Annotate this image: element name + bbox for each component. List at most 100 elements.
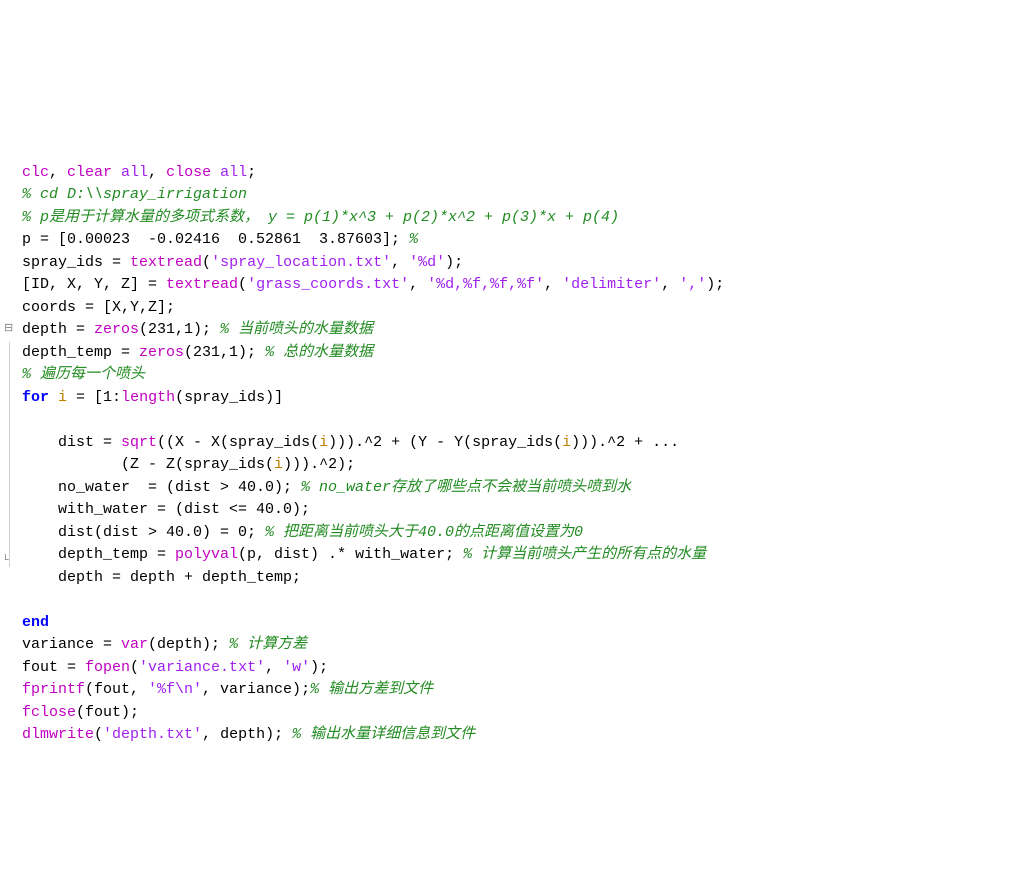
code-token: ; xyxy=(247,164,256,181)
code-token: clear xyxy=(67,164,121,181)
code-line: depth = zeros(231,1); % 当前喷头的水量数据 xyxy=(22,319,1028,342)
code-token: (depth); xyxy=(148,636,229,653)
code-token: , xyxy=(391,254,409,271)
gutter: ⊟└ xyxy=(6,94,18,769)
code-token: all xyxy=(220,164,247,181)
code-token: zeros xyxy=(94,321,139,338)
code-editor[interactable]: ⊟└ clc, clear all, close all;% cd D:\\sp… xyxy=(8,94,1028,769)
code-token: ( xyxy=(202,254,211,271)
fold-collapse-icon[interactable]: ⊟ xyxy=(4,324,14,335)
code-token: fprintf xyxy=(22,681,85,698)
code-token: % cd D:\\spray_irrigation xyxy=(22,186,247,203)
code-line xyxy=(22,409,1028,432)
code-token: % p是用于计算水量的多项式系数， y = p(1)*x^3 + p(2)*x^… xyxy=(22,209,619,226)
code-token: , variance); xyxy=(202,681,310,698)
code-token: no_water = (dist > 40.0); xyxy=(22,479,301,496)
code-token: ); xyxy=(310,659,328,676)
code-line: fclose(fout); xyxy=(22,702,1028,725)
code-token: ))).^2); xyxy=(283,456,355,473)
code-line: with_water = (dist <= 40.0); xyxy=(22,499,1028,522)
code-line: no_water = (dist > 40.0); % no_water存放了哪… xyxy=(22,477,1028,500)
code-token: variance = xyxy=(22,636,121,653)
code-token: depth = depth + depth_temp; xyxy=(22,569,301,586)
code-token: , xyxy=(544,276,562,293)
code-token: zeros xyxy=(139,344,184,361)
code-token: '%f\n' xyxy=(148,681,202,698)
code-token: (spray_ids)] xyxy=(175,389,283,406)
code-line: [ID, X, Y, Z] = textread('grass_coords.t… xyxy=(22,274,1028,297)
code-line: fout = fopen('variance.txt', 'w'); xyxy=(22,657,1028,680)
code-line: depth_temp = zeros(231,1); % 总的水量数据 xyxy=(22,342,1028,365)
code-line: depth = depth + depth_temp; xyxy=(22,567,1028,590)
code-token: 'variance.txt' xyxy=(139,659,265,676)
code-token: i xyxy=(274,456,283,473)
code-token xyxy=(49,389,58,406)
code-token: ( xyxy=(238,276,247,293)
code-line: dist = sqrt((X - X(spray_ids(i))).^2 + (… xyxy=(22,432,1028,455)
code-token: , xyxy=(148,164,166,181)
code-token: depth_temp = xyxy=(22,344,139,361)
code-line: clc, clear all, close all; xyxy=(22,162,1028,185)
code-token: clc xyxy=(22,164,49,181)
code-token: 'w' xyxy=(283,659,310,676)
code-token: (p, dist) .* with_water; xyxy=(238,546,463,563)
code-line xyxy=(22,589,1028,612)
code-line: % cd D:\\spray_irrigation xyxy=(22,184,1028,207)
code-token: textread xyxy=(130,254,202,271)
code-token: , xyxy=(49,164,67,181)
code-token: ))).^2 + (Y - Y(spray_ids( xyxy=(328,434,562,451)
fold-guide-line xyxy=(9,342,10,567)
code-token: fclose xyxy=(22,704,76,721)
code-line: for i = [1:length(spray_ids)] xyxy=(22,387,1028,410)
code-token: i xyxy=(58,389,67,406)
code-token: '%d' xyxy=(409,254,445,271)
code-token: textread xyxy=(166,276,238,293)
code-token: , xyxy=(661,276,679,293)
code-token: depth_temp = xyxy=(22,546,175,563)
code-token: 'grass_coords.txt' xyxy=(247,276,409,293)
code-line: % p是用于计算水量的多项式系数， y = p(1)*x^3 + p(2)*x^… xyxy=(22,207,1028,230)
code-line: % 遍历每一个喷头 xyxy=(22,364,1028,387)
code-line: variance = var(depth); % 计算方差 xyxy=(22,634,1028,657)
code-token: coords = [X,Y,Z]; xyxy=(22,299,175,316)
code-token: i xyxy=(319,434,328,451)
code-token: length xyxy=(121,389,175,406)
code-token: for xyxy=(22,389,49,406)
code-token: i xyxy=(562,434,571,451)
code-token: % 计算当前喷头产生的所有点的水量 xyxy=(463,546,706,563)
code-line: end xyxy=(22,612,1028,635)
code-token: ( xyxy=(94,726,103,743)
code-token: % 输出方差到文件 xyxy=(310,681,433,698)
code-token: sqrt xyxy=(121,434,157,451)
code-lines: clc, clear all, close all;% cd D:\\spray… xyxy=(22,162,1028,747)
code-token: % 计算方差 xyxy=(229,636,307,653)
code-token: end xyxy=(22,614,49,631)
code-token: dist(dist > 40.0) = 0; xyxy=(22,524,265,541)
code-token: '%d,%f,%f,%f' xyxy=(427,276,544,293)
code-token: = [1: xyxy=(67,389,121,406)
code-token: depth = xyxy=(22,321,94,338)
code-token: var xyxy=(121,636,148,653)
code-token: with_water = (dist <= 40.0); xyxy=(22,501,310,518)
code-token: (fout, xyxy=(85,681,148,698)
code-line: spray_ids = textread('spray_location.txt… xyxy=(22,252,1028,275)
code-line: coords = [X,Y,Z]; xyxy=(22,297,1028,320)
code-token xyxy=(22,591,58,608)
code-token: ))).^2 + ... xyxy=(571,434,679,451)
code-line: dlmwrite('depth.txt', depth); % 输出水量详细信息… xyxy=(22,724,1028,747)
code-token: dist = xyxy=(22,434,121,451)
code-token: , xyxy=(265,659,283,676)
code-token: , depth); xyxy=(202,726,292,743)
code-token: ',' xyxy=(679,276,706,293)
code-token: p = [0.00023 -0.02416 0.52861 3.87603]; xyxy=(22,231,409,248)
code-token: ); xyxy=(706,276,724,293)
code-token: , xyxy=(409,276,427,293)
code-token: (231,1); xyxy=(184,344,265,361)
code-line: p = [0.00023 -0.02416 0.52861 3.87603]; … xyxy=(22,229,1028,252)
code-token: close xyxy=(166,164,220,181)
code-token: % 当前喷头的水量数据 xyxy=(220,321,373,338)
code-token: ( xyxy=(130,659,139,676)
code-line: dist(dist > 40.0) = 0; % 把距离当前喷头大于40.0的点… xyxy=(22,522,1028,545)
code-token: 'delimiter' xyxy=(562,276,661,293)
code-token: 'spray_location.txt' xyxy=(211,254,391,271)
